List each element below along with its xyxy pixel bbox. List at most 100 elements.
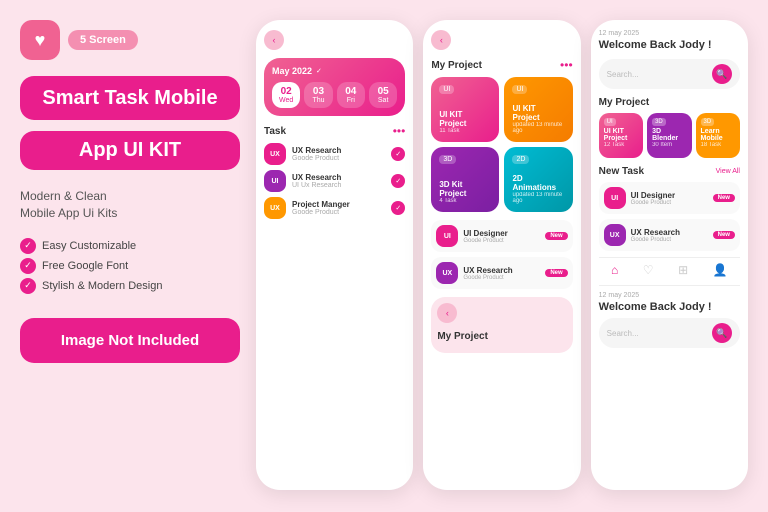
logo-icon: ♥ bbox=[20, 20, 60, 60]
task-check-2[interactable]: ✓ bbox=[391, 174, 405, 188]
phone-1: ‹ May 2022 ✓ 02 Wed 03 Thu bbox=[256, 20, 413, 490]
phone3-proj-1[interactable]: UI UI KIT Project 12 Task bbox=[599, 113, 643, 158]
nav-grid-icon[interactable]: ⊞ bbox=[678, 263, 688, 277]
proj-section-header: My Project ••• bbox=[431, 58, 572, 72]
phone2-header: ‹ bbox=[431, 30, 572, 50]
check-icon-1: ✓ bbox=[20, 238, 36, 254]
project-grid: UI UI KIT Project 11 Task UI UI KIT Proj… bbox=[431, 77, 572, 212]
new-task-title: New Task bbox=[599, 166, 644, 177]
back-button-2[interactable]: ‹ bbox=[431, 30, 451, 50]
welcome-date: 12 may 2025 bbox=[599, 30, 740, 37]
phone2-task-2[interactable]: UX UX Research Goode Product New bbox=[431, 257, 572, 289]
phones-section: ‹ May 2022 ✓ 02 Wed 03 Thu bbox=[256, 20, 748, 492]
welcome-date-2: 12 may 2025 bbox=[599, 292, 740, 299]
cal-day-3[interactable]: 04 Fri bbox=[337, 82, 365, 108]
calendar-section: May 2022 ✓ 02 Wed 03 Thu 04 bbox=[264, 58, 405, 116]
search-placeholder: Search... bbox=[607, 70, 707, 79]
task-item-2[interactable]: UI UX Research UI Ux Research ✓ bbox=[264, 170, 405, 192]
nav-bookmark-icon[interactable]: ♡ bbox=[643, 263, 654, 277]
nav-home-icon[interactable]: ⌂ bbox=[611, 263, 618, 277]
search-button[interactable]: 🔍 bbox=[712, 64, 732, 84]
cal-month: May 2022 bbox=[272, 66, 312, 76]
feature-2: ✓ Free Google Font bbox=[20, 258, 240, 274]
title-line2: App UI KIT bbox=[20, 131, 240, 170]
phone3-second-welcome: 12 may 2025 Welcome Back Jody ! Search..… bbox=[599, 285, 740, 348]
welcome-title: Welcome Back Jody ! bbox=[599, 39, 740, 51]
phone2-mini-header: ‹ bbox=[437, 303, 566, 323]
new-task-section: New Task View All UI UI Designer Goode P… bbox=[599, 166, 740, 251]
task-item-3[interactable]: UX Project Manger Goode Product ✓ bbox=[264, 197, 405, 219]
nav-user-icon[interactable]: 👤 bbox=[713, 263, 728, 277]
left-section: ♥ 5 Screen Smart Task Mobile App UI KIT … bbox=[20, 20, 240, 492]
phone2-task-icon-1: UI bbox=[436, 225, 458, 247]
check-icon-3: ✓ bbox=[20, 278, 36, 294]
new-task-2[interactable]: UX UX Research Goode Product New bbox=[599, 219, 740, 251]
new-task-1[interactable]: UI UI Designer Goode Product New bbox=[599, 182, 740, 214]
phone2-mini-title: My Project bbox=[437, 331, 488, 342]
nt-icon-2: UX bbox=[604, 224, 626, 246]
proj-card-4[interactable]: 2D 2D Animations updated 13 minute ago bbox=[504, 147, 572, 212]
task-item-1[interactable]: UX UX Research Goode Product ✓ bbox=[264, 143, 405, 165]
nt-info-2: UX Research Goode Product bbox=[631, 228, 708, 243]
cal-day-1[interactable]: 02 Wed bbox=[272, 82, 300, 108]
task-info-1: UX Research Goode Product bbox=[292, 146, 385, 162]
cal-check-icon: ✓ bbox=[316, 67, 322, 75]
phone3-proj-title: My Project bbox=[599, 97, 650, 108]
cal-month-row: May 2022 ✓ bbox=[272, 66, 397, 76]
phone2-task-badge-1: New bbox=[545, 232, 567, 240]
nt-badge-1: New bbox=[713, 194, 735, 202]
image-not-included-label: Image Not Included bbox=[20, 318, 240, 363]
search-bar-2[interactable]: Search... 🔍 bbox=[599, 318, 740, 348]
cal-days: 02 Wed 03 Thu 04 Fri 05 bbox=[272, 82, 397, 108]
new-task-header: New Task View All bbox=[599, 166, 740, 177]
main-container: ♥ 5 Screen Smart Task Mobile App UI KIT … bbox=[0, 0, 768, 512]
task-section-header: Task ••• bbox=[264, 124, 405, 138]
phone-1-inner: ‹ May 2022 ✓ 02 Wed 03 Thu bbox=[256, 20, 413, 490]
cal-day-2[interactable]: 03 Thu bbox=[304, 82, 332, 108]
feature-1: ✓ Easy Customizable bbox=[20, 238, 240, 254]
nt-icon-1: UI bbox=[604, 187, 626, 209]
search-bar[interactable]: Search... 🔍 bbox=[599, 59, 740, 89]
phone-2: ‹ My Project ••• UI UI KIT Project 11 Ta… bbox=[423, 20, 580, 490]
proj-card-1[interactable]: UI UI KIT Project 11 Task bbox=[431, 77, 499, 142]
bottom-nav: ⌂ ♡ ⊞ 👤 bbox=[599, 257, 740, 277]
task-dots-menu[interactable]: ••• bbox=[393, 124, 406, 138]
feature-3: ✓ Stylish & Modern Design bbox=[20, 278, 240, 294]
welcome-title-2: Welcome Back Jody ! bbox=[599, 301, 740, 313]
nt-badge-2: New bbox=[713, 231, 735, 239]
search-placeholder-2: Search... bbox=[607, 329, 707, 338]
proj-card-3[interactable]: 3D 3D Kit Project 4 Task bbox=[431, 147, 499, 212]
task-info-3: Project Manger Goode Product bbox=[292, 200, 385, 216]
logo-row: ♥ 5 Screen bbox=[20, 20, 240, 60]
task-icon-3: UX bbox=[264, 197, 286, 219]
task-icon-2: UI bbox=[264, 170, 286, 192]
task-info-2: UX Research UI Ux Research bbox=[292, 173, 385, 189]
task-check-3[interactable]: ✓ bbox=[391, 201, 405, 215]
search-button-2[interactable]: 🔍 bbox=[712, 323, 732, 343]
phone2-task-icon-2: UX bbox=[436, 262, 458, 284]
phone3-proj-2[interactable]: 3D 3D Blender 30 Item bbox=[647, 113, 691, 158]
back-button-1[interactable]: ‹ bbox=[264, 30, 284, 50]
phone3-proj-3[interactable]: 3D Learn Mobile 18 Task bbox=[696, 113, 740, 158]
view-all-link[interactable]: View All bbox=[716, 168, 740, 175]
phone2-task-1[interactable]: UI UI Designer Goode Product New bbox=[431, 220, 572, 252]
phone-2-inner: ‹ My Project ••• UI UI KIT Project 11 Ta… bbox=[423, 20, 580, 490]
phone2-bottom-preview: ‹ My Project bbox=[431, 297, 572, 353]
phone2-mini-section: My Project bbox=[437, 331, 566, 342]
task-section-title: Task bbox=[264, 126, 286, 137]
task-check-1[interactable]: ✓ bbox=[391, 147, 405, 161]
proj-dots-menu[interactable]: ••• bbox=[560, 58, 573, 72]
phone1-header: ‹ bbox=[264, 30, 405, 50]
nt-info-1: UI Designer Goode Product bbox=[631, 191, 708, 206]
title-block: Smart Task Mobile App UI KIT bbox=[20, 76, 240, 170]
title-line1: Smart Task Mobile bbox=[20, 76, 240, 120]
phone3-proj-header: My Project bbox=[599, 97, 740, 108]
phone-3-inner: 12 may 2025 Welcome Back Jody ! Search..… bbox=[591, 20, 748, 490]
proj-card-2[interactable]: UI UI KIT Project updated 13 minute ago bbox=[504, 77, 572, 142]
back-button-mini[interactable]: ‹ bbox=[437, 303, 457, 323]
welcome-header: 12 may 2025 Welcome Back Jody ! bbox=[599, 30, 740, 51]
phone3-proj-row: UI UI KIT Project 12 Task 3D 3D Blender … bbox=[599, 113, 740, 158]
task-icon-1: UX bbox=[264, 143, 286, 165]
cal-day-4[interactable]: 05 Sat bbox=[369, 82, 397, 108]
tagline: Modern & Clean Mobile App Ui Kits bbox=[20, 188, 240, 222]
